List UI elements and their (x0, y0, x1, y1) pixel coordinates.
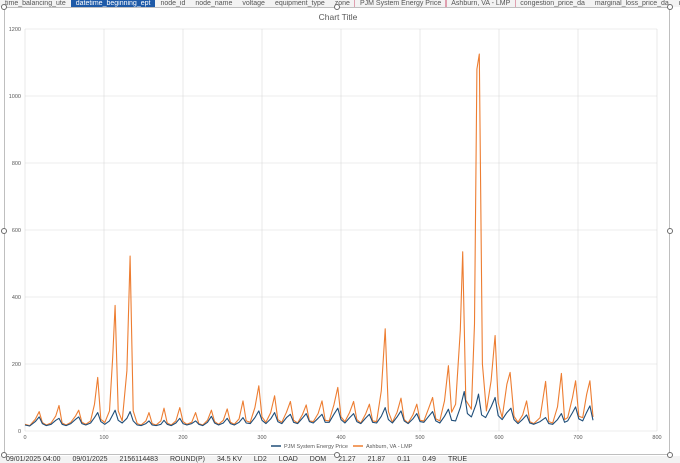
table-cell[interactable]: 34.5 KV (211, 456, 248, 463)
y-tick-label: 0 (18, 429, 21, 435)
x-tick-label: 800 (652, 435, 661, 441)
table-cell[interactable]: LD2 (248, 456, 273, 463)
column-header[interactable]: PJM System Energy Price (353, 0, 448, 7)
y-tick-label: 800 (12, 161, 21, 167)
resize-handle[interactable] (334, 4, 340, 10)
y-tick-label: 1000 (9, 94, 21, 100)
legend-label: Ashburn, VA - LMP (366, 444, 413, 450)
y-tick-label: 600 (12, 228, 21, 234)
chart-frame[interactable]: Chart Title 0 200 400 600 800 1000 1200 0 100 20… (4, 7, 670, 455)
table-cell[interactable]: LOAD (273, 456, 304, 463)
resize-handle[interactable] (1, 228, 7, 234)
x-tick-label: 600 (494, 435, 503, 441)
y-tick-label: 200 (12, 362, 21, 368)
table-cell[interactable]: 2156114483 (114, 456, 164, 463)
column-header[interactable]: equipment_type (270, 0, 330, 7)
y-tick-label: 400 (12, 295, 21, 301)
y-tick-label: 1200 (9, 27, 21, 33)
resize-handle[interactable] (334, 452, 340, 458)
column-header[interactable]: node_name (190, 0, 237, 7)
resize-handle[interactable] (667, 228, 673, 234)
x-tick-label: 0 (23, 435, 26, 441)
column-header[interactable]: Ashburn, VA - LMP (445, 0, 517, 7)
chart-title[interactable]: Chart Title (319, 12, 358, 22)
table-cell[interactable]: 09/01/2025 04:00 (0, 456, 67, 463)
resize-handle[interactable] (1, 4, 7, 10)
spreadsheet-data-row: 09/01/2025 04:00 09/01/2025 2156114483 ROUN… (0, 456, 680, 463)
column-header[interactable]: time_balancing_ute (0, 0, 71, 7)
line-chart: Chart Title 0 200 400 600 800 1000 1200 0 100 20… (9, 12, 662, 450)
x-tick-label: 300 (257, 435, 266, 441)
table-cell[interactable]: 09/01/2025 (67, 456, 114, 463)
table-cell[interactable]: 21.87 (362, 456, 392, 463)
table-cell[interactable]: ROUND(P) (164, 456, 211, 463)
x-tick-label: 500 (415, 435, 424, 441)
resize-handle[interactable] (667, 452, 673, 458)
y-axis-tick-labels: 0 200 400 600 800 1000 1200 (9, 27, 21, 435)
column-header[interactable]: row_is_current_rt (674, 0, 680, 7)
resize-handle[interactable] (667, 4, 673, 10)
series-line[interactable] (24, 53, 594, 427)
x-tick-label: 100 (99, 435, 108, 441)
table-cell[interactable]: DOM (304, 456, 332, 463)
x-tick-label: 400 (336, 435, 345, 441)
column-header[interactable]: congestion_price_da (515, 0, 590, 7)
column-header[interactable]: voltage (237, 0, 270, 7)
legend[interactable]: PJM System Energy Price Ashburn, VA - LMP (271, 444, 413, 450)
column-header[interactable]: marginal_loss_price_da (590, 0, 674, 7)
table-cell[interactable]: 0.11 (391, 456, 416, 463)
x-tick-label: 200 (178, 435, 187, 441)
table-cell[interactable]: 0.49 (416, 456, 442, 463)
spreadsheet-header-row: time_balancing_ute datetime_beginning_ept… (0, 0, 680, 7)
resize-handle[interactable] (1, 452, 7, 458)
x-tick-label: 700 (573, 435, 582, 441)
column-header[interactable]: node_id (155, 0, 190, 7)
table-cell[interactable]: TRUE (442, 456, 473, 463)
series-lines (24, 53, 594, 427)
legend-label: PJM System Energy Price (284, 444, 348, 450)
column-header[interactable]: datetime_beginning_ept (70, 0, 156, 7)
x-axis-tick-labels: 0 100 200 300 400 500 600 700 800 (23, 435, 661, 441)
gridlines (24, 28, 658, 432)
